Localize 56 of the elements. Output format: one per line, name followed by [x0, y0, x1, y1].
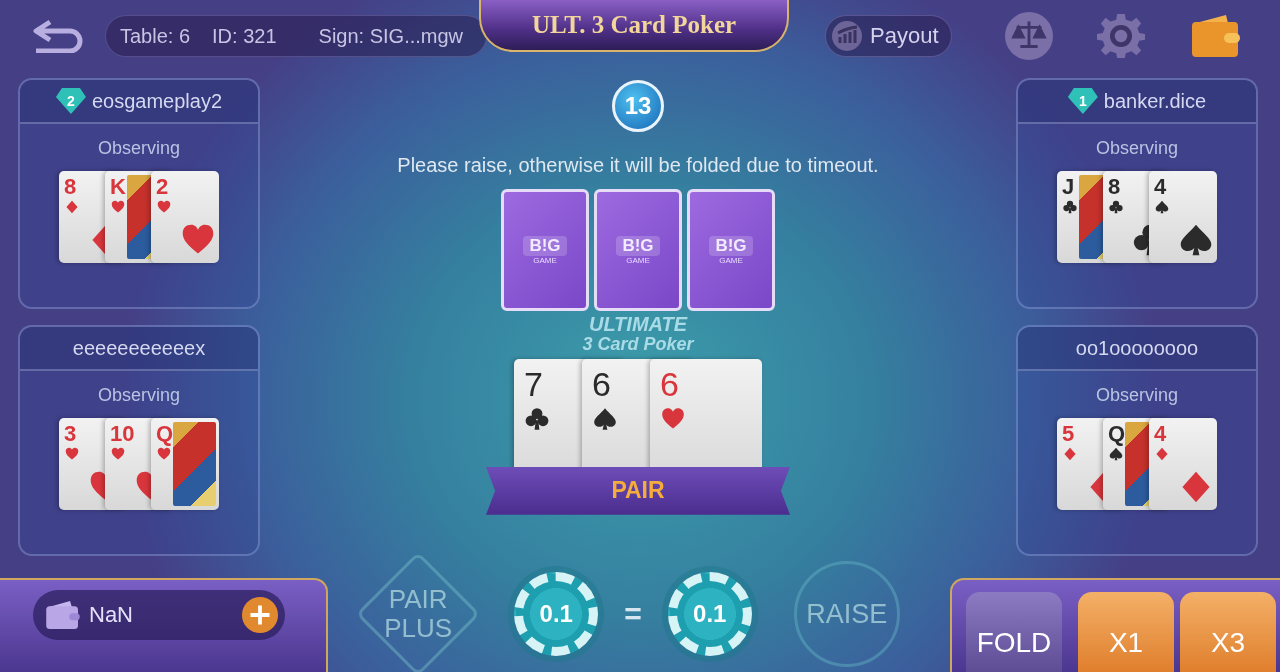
card-rank: 3 [64, 421, 77, 447]
player-status: Observing [1095, 385, 1178, 406]
raise-bet-spot[interactable]: RAISE [793, 561, 900, 667]
card-back-logo: B!G [709, 235, 753, 256]
card-back-logo: B!G [616, 235, 660, 256]
balance-amount: NaN [89, 602, 134, 628]
player-name: eosgameplay2 [91, 89, 223, 113]
fold-button[interactable]: FOLD [966, 592, 1062, 672]
card-back-label: GAME [626, 255, 650, 265]
card-rank: 7 [524, 364, 543, 404]
raise-multiplier-button[interactable]: X3 [1180, 592, 1276, 672]
raise-multiplier-button[interactable]: X1 [1078, 592, 1174, 672]
bar-chart-icon [832, 21, 862, 51]
card-rank: Q [1108, 421, 1126, 447]
player-name: eeeeeeeeeeex [72, 336, 206, 360]
equals-sign: = [624, 597, 642, 631]
scale-icon[interactable] [1003, 12, 1054, 60]
card-rank: 8 [1108, 174, 1121, 200]
card-rank: K [110, 174, 126, 200]
table-number: Table: 6 [120, 24, 191, 48]
sign-text: Sign: SIG...mgw [318, 24, 464, 48]
card-rank: 5 [1062, 421, 1075, 447]
player-status: Observing [97, 385, 180, 406]
add-funds-icon[interactable] [241, 596, 279, 634]
card-rank: 4 [1154, 174, 1167, 200]
wallet-icon[interactable] [1189, 12, 1240, 60]
play-chip[interactable]: 0.1 [667, 572, 752, 656]
ante-chip[interactable]: 0.1 [514, 572, 599, 656]
wallet-icon [45, 600, 81, 630]
card-rank: Q [156, 421, 174, 447]
player-status: Observing [1095, 138, 1178, 159]
player-status: Observing [97, 138, 180, 159]
spade-icon [1179, 223, 1213, 257]
card-rank: 6 [660, 364, 679, 404]
table-logo-subtitle: 3 Card Poker [582, 335, 694, 355]
table-id: ID: 321 [212, 24, 277, 48]
card-back-label: GAME [533, 255, 557, 265]
table-logo: ULTIMATE [588, 313, 688, 335]
card-back-logo: B!G [523, 235, 567, 256]
card-back-label: GAME [719, 255, 743, 265]
card-rank: 4 [1154, 421, 1167, 447]
payout-button[interactable]: Payout [825, 15, 952, 57]
game-title: ULT. 3 Card Poker [479, 0, 789, 52]
player-name: oo1oooooooo [1075, 336, 1199, 360]
card-rank: 8 [64, 174, 77, 200]
timeout-message: Please raise, otherwise it will be folded due to timeout. [397, 154, 879, 177]
card-rank: 2 [156, 174, 169, 200]
settings-icon[interactable] [1095, 12, 1146, 60]
card-rank: 6 [592, 364, 611, 404]
countdown-timer: 13 [612, 80, 664, 132]
card-rank: 10 [110, 421, 135, 447]
level-badge: 2 [55, 88, 86, 114]
player-name: banker.dice [1103, 89, 1207, 113]
level-badge: 1 [1067, 88, 1098, 114]
card-rank: J [1062, 174, 1075, 200]
hand-result-ribbon: PAIR [486, 466, 790, 515]
